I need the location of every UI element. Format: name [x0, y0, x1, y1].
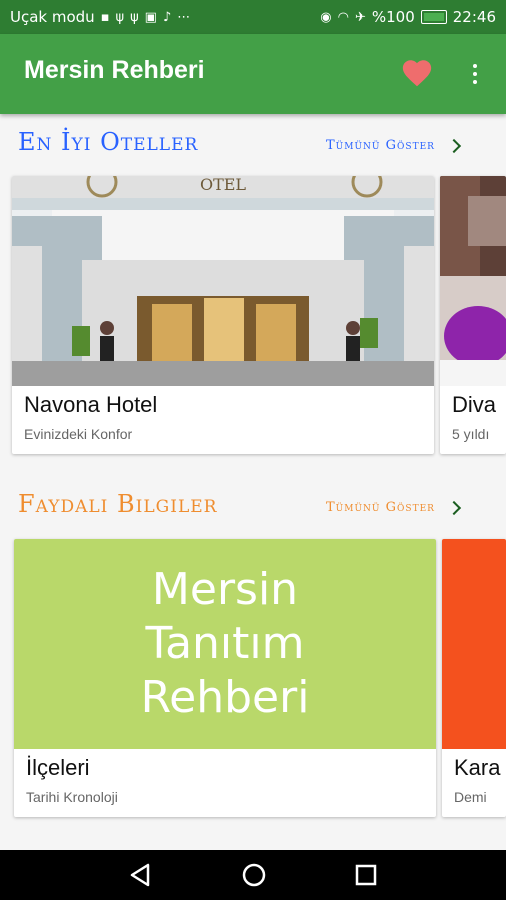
- info-banner-2: [442, 539, 506, 749]
- chevron-right-icon: [446, 138, 462, 153]
- wifi-icon: ◠: [337, 9, 349, 25]
- app-bar: Mersin Rehberi: [0, 34, 506, 114]
- hotels-show-all-label: Tümünü Göster: [326, 138, 435, 153]
- clock: 22:46: [452, 8, 496, 26]
- eye-icon: ◉: [320, 9, 332, 25]
- hotel-card[interactable]: OTEL Navona Hotel Evinizdeki Konfor: [12, 176, 434, 454]
- app-title: Mersin Rehberi: [24, 56, 205, 84]
- banner-line-3: Rehberi: [140, 672, 310, 723]
- more-vert-icon[interactable]: [466, 60, 484, 88]
- info-subtitle-2: Demi: [454, 789, 487, 805]
- tiktok-icon: ♪: [162, 9, 172, 25]
- battery-percent: %100: [371, 8, 415, 26]
- video-icon: ▪: [100, 9, 110, 25]
- hotel-name-2: Diva: [452, 392, 497, 417]
- hotel-sign-text: OTEL: [200, 176, 246, 194]
- hotel-name: Navona Hotel: [24, 392, 158, 417]
- banner-line-1: Mersin: [151, 564, 299, 615]
- home-icon[interactable]: [239, 860, 269, 890]
- hotel-photo: OTEL: [12, 176, 434, 386]
- system-nav-bar: [0, 850, 506, 900]
- hotel-card-2[interactable]: Diva 5 yıldı: [440, 176, 506, 454]
- info-section-title: Faydalı Bilgiler: [18, 490, 218, 518]
- hotel-subtitle-2: 5 yıldı: [452, 426, 490, 442]
- info-card[interactable]: Mersin Tanıtım Rehberi İlçeleri Tarihi K…: [14, 539, 436, 817]
- heart-icon[interactable]: [400, 56, 434, 90]
- usb-icon-2: ψ: [130, 9, 139, 25]
- hotels-section-title: En İyi Oteller: [18, 128, 199, 156]
- back-icon[interactable]: [126, 860, 156, 890]
- image-icon: ▣: [144, 9, 157, 25]
- info-banner: Mersin Tanıtım Rehberi: [14, 539, 436, 749]
- recents-icon[interactable]: [351, 860, 381, 890]
- airplane-icon: ✈: [354, 9, 366, 25]
- info-show-all-label: Tümünü Göster: [326, 500, 435, 515]
- info-name: İlçeleri: [26, 755, 90, 780]
- info-show-all[interactable]: Tümünü Göster: [326, 500, 462, 515]
- info-card-2[interactable]: Kara Demi: [442, 539, 506, 817]
- hotel-subtitle: Evinizdeki Konfor: [24, 426, 133, 442]
- info-subtitle: Tarihi Kronoloji: [26, 789, 118, 805]
- hotel-photo-2: [440, 176, 506, 386]
- status-left-text: Uçak modu: [10, 8, 95, 26]
- hotels-show-all[interactable]: Tümünü Göster: [326, 138, 462, 153]
- more-notifications-icon: ⋯: [177, 9, 191, 25]
- chevron-right-icon: [446, 500, 462, 515]
- info-name-2: Kara: [454, 755, 501, 780]
- usb-icon: ψ: [115, 9, 125, 25]
- battery-icon: [420, 10, 447, 24]
- banner-line-2: Tanıtım: [145, 618, 305, 669]
- status-bar: Uçak modu ▪ ψ ψ ▣ ♪ ⋯ ◉ ◠ ✈ %100 22:46: [0, 0, 506, 34]
